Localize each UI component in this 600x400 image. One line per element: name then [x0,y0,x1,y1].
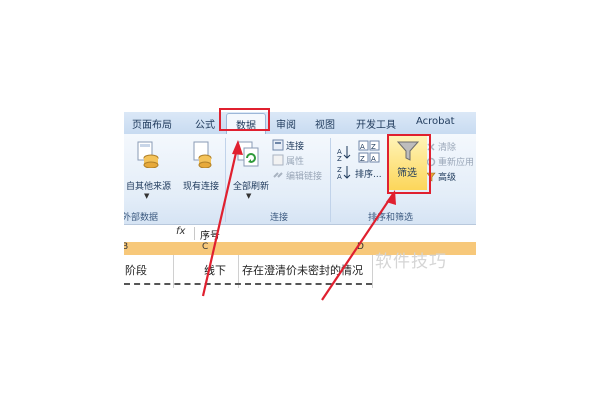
annotation-arrow-data-tab [201,143,240,297]
annotation-arrowhead-data-tab [232,140,243,155]
annotation-arrows [201,140,396,301]
annotation-arrow-filter [321,193,394,301]
